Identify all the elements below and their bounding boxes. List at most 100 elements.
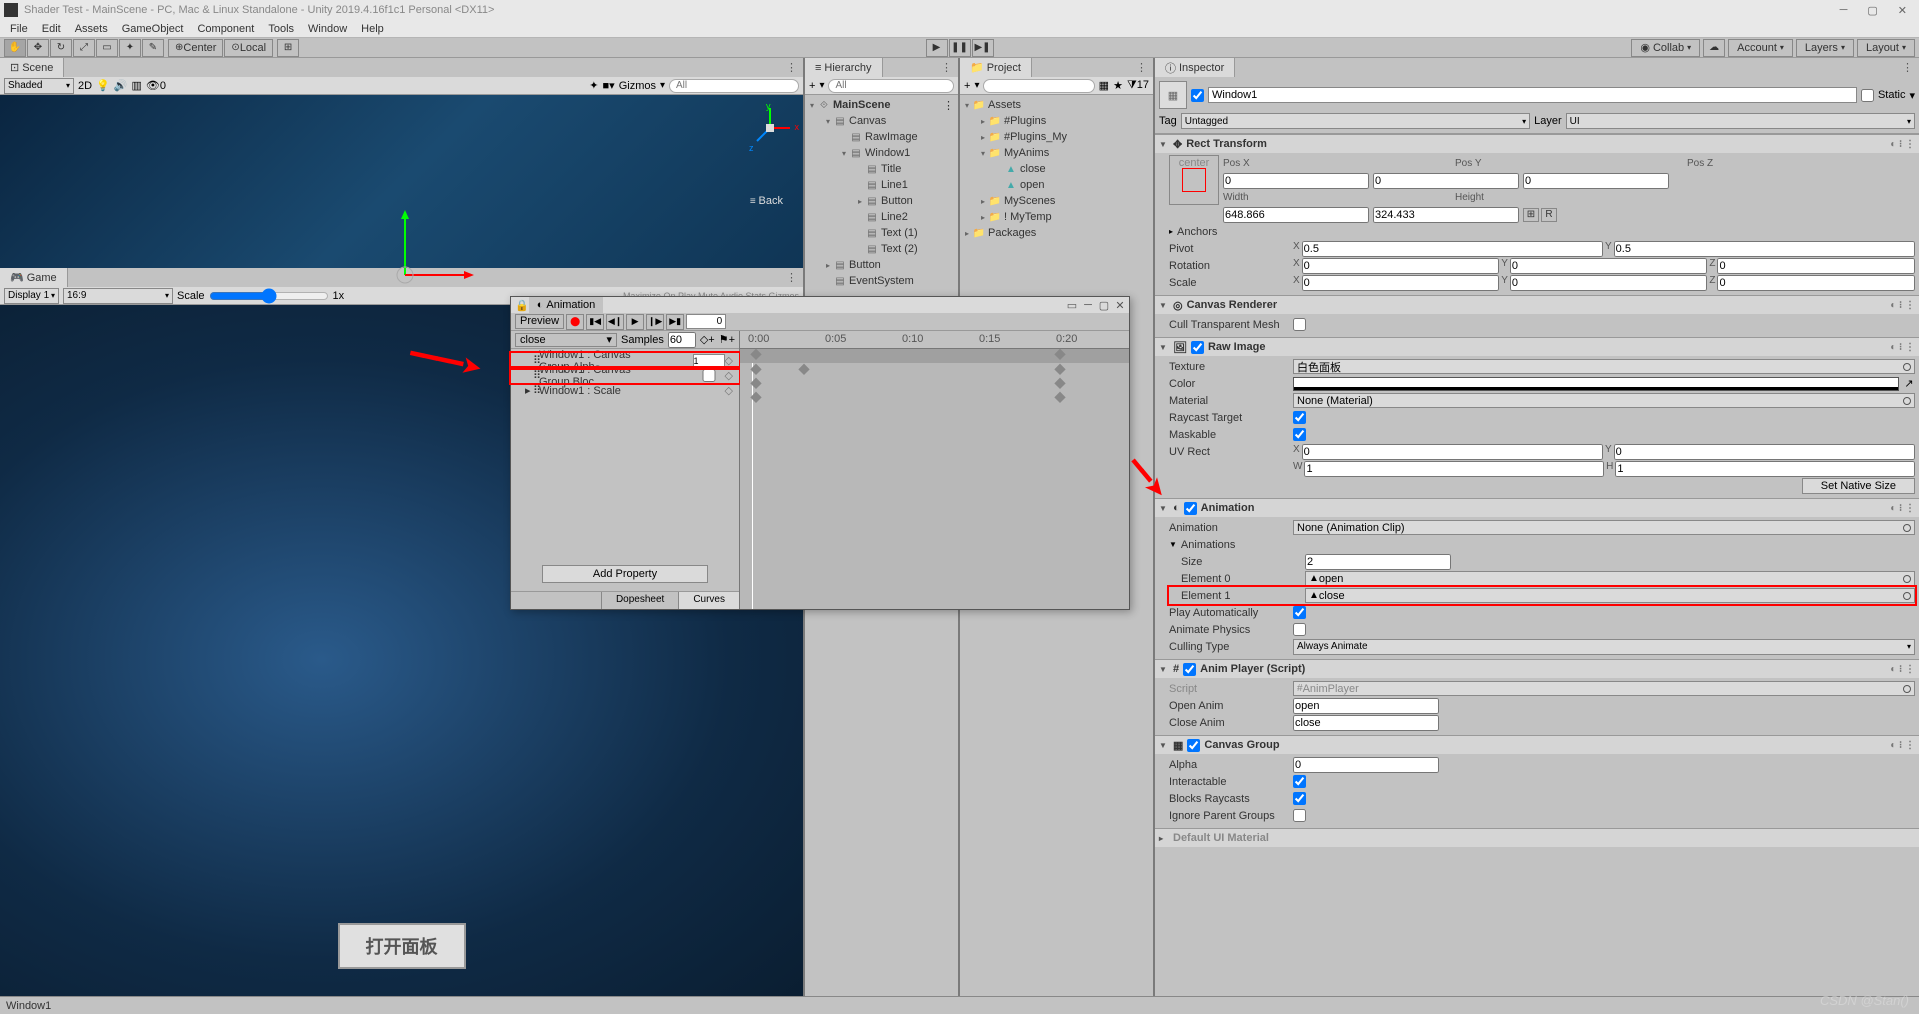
- minimize-icon[interactable]: ─: [1840, 4, 1848, 17]
- set-native-size-button[interactable]: Set Native Size: [1802, 478, 1915, 494]
- project-search-input[interactable]: [983, 79, 1094, 93]
- project-item[interactable]: ▸📁#Plugins: [960, 113, 1153, 129]
- pivotx-input[interactable]: [1302, 241, 1603, 257]
- translate-gizmo-icon[interactable]: [390, 205, 480, 288]
- hierarchy-item[interactable]: ▤RawImage: [805, 129, 958, 145]
- maximize-icon[interactable]: ▢: [1867, 4, 1877, 17]
- anim-element0-field[interactable]: ▲ open: [1305, 571, 1915, 586]
- project-item[interactable]: ▸📁! MyTemp: [960, 209, 1153, 225]
- menu-component[interactable]: Component: [191, 23, 260, 35]
- project-create-button[interactable]: +: [964, 80, 970, 92]
- anim-dock-icon[interactable]: ▭: [1065, 299, 1079, 312]
- project-item[interactable]: ▸📁Packages: [960, 225, 1153, 241]
- cull-checkbox[interactable]: [1293, 318, 1306, 331]
- gameobject-icon[interactable]: ▦: [1159, 81, 1187, 109]
- anim-property-row[interactable]: ⠿Window1 : Canvas Group.Bloc◇: [511, 368, 739, 383]
- dopesheet-tab[interactable]: Dopesheet: [601, 592, 678, 609]
- animate-physics-checkbox[interactable]: [1293, 623, 1306, 636]
- blueprint-icon[interactable]: ⊞: [1523, 208, 1539, 222]
- maskable-checkbox[interactable]: [1293, 428, 1306, 441]
- hierarchy-item[interactable]: ▾▤Window1: [805, 145, 958, 161]
- fx-icon[interactable]: ▥: [131, 79, 141, 92]
- project-item[interactable]: ▲close: [960, 161, 1153, 177]
- hierarchy-item[interactable]: ▤Text (2): [805, 241, 958, 257]
- scene-viewport[interactable]: y x z ≡ Back: [0, 95, 803, 268]
- custom-tool-icon[interactable]: ✎: [142, 39, 164, 57]
- add-event-icon[interactable]: ⚑+: [719, 333, 735, 346]
- hierarchy-search-input[interactable]: [828, 79, 954, 93]
- posy-input[interactable]: [1373, 173, 1519, 189]
- project-item[interactable]: ▲open: [960, 177, 1153, 193]
- alpha-input[interactable]: [1293, 757, 1439, 773]
- first-frame-button[interactable]: ▮◀: [586, 314, 604, 330]
- hierarchy-create-button[interactable]: +: [809, 80, 815, 92]
- project-item[interactable]: ▾📁Assets: [960, 97, 1153, 113]
- scale-slider[interactable]: [209, 288, 329, 304]
- anim-close-icon[interactable]: ✕: [1113, 299, 1127, 312]
- display-dropdown[interactable]: Display 1: [4, 288, 59, 304]
- inspector-tab[interactable]: ⓘ Inspector: [1155, 58, 1235, 77]
- play-auto-checkbox[interactable]: [1293, 606, 1306, 619]
- hierarchy-item[interactable]: ▾▤Canvas: [805, 113, 958, 129]
- curves-tab[interactable]: Curves: [678, 592, 739, 609]
- rotate-tool-icon[interactable]: ↻: [50, 39, 72, 57]
- anim-clip-field[interactable]: None (Animation Clip): [1293, 520, 1915, 535]
- hidden-icon[interactable]: 👁0: [146, 79, 166, 92]
- interactable-checkbox[interactable]: [1293, 775, 1306, 788]
- last-frame-button[interactable]: ▶▮: [666, 314, 684, 330]
- pivot-local-button[interactable]: ⊙ Local: [224, 39, 273, 57]
- project-item[interactable]: ▾📁MyAnims: [960, 145, 1153, 161]
- hierarchy-item[interactable]: ▤EventSystem: [805, 273, 958, 289]
- close-icon[interactable]: ✕: [1898, 4, 1907, 17]
- samples-input[interactable]: [668, 332, 696, 348]
- hierarchy-item[interactable]: ▸▤Button: [805, 257, 958, 273]
- collab-dropdown[interactable]: ◉ Collab: [1631, 39, 1700, 57]
- width-input[interactable]: [1223, 207, 1369, 223]
- gameobject-name-input[interactable]: [1208, 87, 1857, 103]
- color-picker-icon[interactable]: ↗: [1903, 377, 1915, 390]
- favorite-icon[interactable]: ★: [1113, 79, 1123, 92]
- menu-help[interactable]: Help: [355, 23, 390, 35]
- layout-dropdown[interactable]: Layout: [1857, 39, 1915, 57]
- project-item[interactable]: ▸📁MyScenes: [960, 193, 1153, 209]
- anim-size-input[interactable]: [1305, 554, 1451, 570]
- menu-window[interactable]: Window: [302, 23, 353, 35]
- add-key-icon[interactable]: ◇+: [700, 333, 715, 346]
- open-anim-input[interactable]: [1293, 698, 1439, 714]
- audio-icon[interactable]: 🔊: [114, 79, 128, 92]
- hierarchy-item[interactable]: ▸▤Button: [805, 193, 958, 209]
- game-options-icon[interactable]: ⋮: [780, 271, 803, 284]
- timeline[interactable]: 0:00 0:05 0:10 0:15 0:20: [740, 331, 1129, 609]
- next-key-button[interactable]: ❙▶: [646, 314, 664, 330]
- menu-edit[interactable]: Edit: [36, 23, 67, 35]
- frame-input[interactable]: [686, 314, 726, 329]
- hierarchy-item[interactable]: ▤Text (1): [805, 225, 958, 241]
- aspect-dropdown[interactable]: 16:9: [63, 288, 173, 304]
- hierarchy-item[interactable]: ▤Title: [805, 161, 958, 177]
- scene-options-icon[interactable]: ⋮: [780, 61, 803, 74]
- move-tool-icon[interactable]: ✥: [27, 39, 49, 57]
- anim-maximize-icon[interactable]: ▢: [1097, 299, 1111, 312]
- menu-assets[interactable]: Assets: [69, 23, 114, 35]
- active-checkbox[interactable]: [1191, 89, 1204, 102]
- transform-tool-icon[interactable]: ✦: [119, 39, 141, 57]
- anim-minimize-icon[interactable]: ─: [1081, 299, 1095, 312]
- hierarchy-tab[interactable]: ≡ Hierarchy: [805, 58, 883, 77]
- component-settings-icon[interactable]: ◐ ⁝ ⋮: [1890, 139, 1915, 150]
- light-icon[interactable]: 💡: [96, 79, 110, 92]
- cloud-icon[interactable]: ☁: [1703, 39, 1725, 57]
- clip-dropdown[interactable]: close: [515, 333, 617, 347]
- hierarchy-options-icon[interactable]: ⋮: [935, 61, 958, 74]
- close-anim-input[interactable]: [1293, 715, 1439, 731]
- raw-edit-icon[interactable]: R: [1541, 208, 1557, 222]
- tag-dropdown[interactable]: Untagged: [1181, 113, 1530, 129]
- ignore-parent-checkbox[interactable]: [1293, 809, 1306, 822]
- raycast-checkbox[interactable]: [1293, 411, 1306, 424]
- rect-tool-icon[interactable]: ▭: [96, 39, 118, 57]
- shading-dropdown[interactable]: Shaded: [4, 78, 74, 94]
- menu-file[interactable]: File: [4, 23, 34, 35]
- menu-tools[interactable]: Tools: [262, 23, 300, 35]
- hand-tool-icon[interactable]: ✋: [4, 39, 26, 57]
- prev-key-button[interactable]: ◀❙: [606, 314, 624, 330]
- anim-element1-field[interactable]: ▲ close: [1305, 588, 1915, 603]
